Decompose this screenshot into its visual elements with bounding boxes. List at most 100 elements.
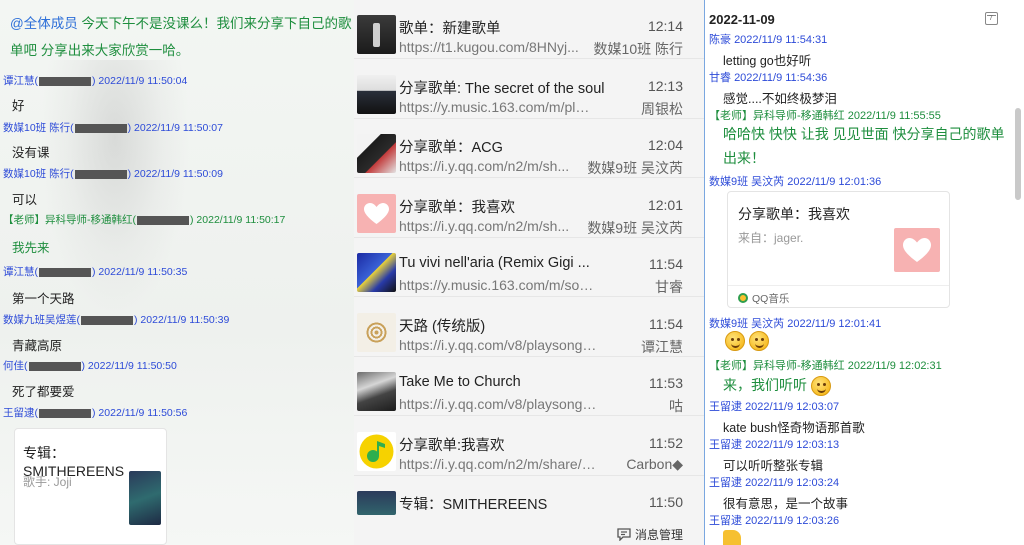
playlist-thumbnail	[357, 134, 396, 173]
smile-emoji-icon	[725, 331, 745, 351]
message-header: 【老师】异科导师-移通韩红 2022/11/9 12:02:31	[709, 357, 942, 373]
sender-name[interactable]: 数媒10班 陈行(	[3, 122, 74, 134]
message-time: 2022/11/9 11:50:07	[134, 122, 223, 134]
redacted-id	[74, 169, 127, 179]
sender-name[interactable]: 数媒九班吴煜莲(	[3, 314, 80, 326]
message-manager-button[interactable]: 消息管理	[617, 526, 683, 543]
message-header: 数媒10班 陈行() 2022/11/9 11:50:07	[3, 122, 223, 134]
list-item[interactable]: 分享歌单：ACG 12:04 https://i.y.qq.com/n2/m/s…	[354, 119, 704, 178]
message-header: 【老师】异科导师-移通韩红 2022/11/9 11:55:55	[709, 107, 941, 123]
chat-history-right-pane[interactable]: 2022-11-09 陈豪 2022/11/9 11:54:31 letting…	[704, 0, 1024, 545]
message-time: 2022/11/9 12:03:26	[745, 515, 840, 527]
item-url[interactable]: https://i.y.qq.com/n2/m/share/d...	[399, 456, 597, 472]
message-header: 陈豪 2022/11/9 11:54:31	[709, 31, 827, 47]
item-url[interactable]: https://y.music.163.com/m/song?id=...	[399, 277, 597, 293]
sender-name[interactable]: 何佳(	[3, 360, 28, 372]
sender-name[interactable]: 王留逮(	[3, 407, 38, 419]
message-header: 何佳() 2022/11/9 11:50:50	[3, 360, 177, 372]
list-item[interactable]: Tu vivi nell'aria (Remix Gigi ... 11:54 …	[354, 238, 704, 297]
message-time: 2022/11/9 11:50:17	[196, 214, 286, 226]
message-body: 我先来	[12, 241, 50, 255]
sender-name[interactable]: 【老师】异科导师-移通韩红	[709, 110, 845, 122]
playlist-thumbnail	[357, 75, 396, 114]
item-url[interactable]: https://i.y.qq.com/v8/playsong.htm...	[399, 337, 597, 353]
message-header: 数媒九班吴煜莲() 2022/11/9 11:50:39	[3, 314, 230, 326]
list-item[interactable]: 歌单：新建歌单 12:14 https://t1.kugou.com/8HNyj…	[354, 0, 704, 59]
item-url[interactable]: https://i.y.qq.com/n2/m/sh...	[399, 218, 597, 234]
sender-name[interactable]: 【老师】异科导师-移通韩红(	[3, 214, 136, 226]
redacted-id	[74, 123, 127, 133]
playlist-share-card[interactable]: 分享歌单：我喜欢 来自：jager. QQ音乐	[727, 191, 950, 308]
chat-history-left-pane[interactable]: @全体成员 今天下午不是没课么！我们来分享下自己的歌单吧 分享出来大家欣赏一哈。…	[0, 0, 354, 545]
message-header: 数媒9班 吴汶芮 2022/11/9 12:01:41	[709, 315, 881, 331]
card-source: 来自：jager.	[738, 231, 804, 245]
message-time: 2022/11/9 11:50:04	[98, 75, 188, 87]
item-title: 分享歌单：ACG	[399, 140, 503, 156]
sender-name[interactable]: 王留逮	[709, 477, 742, 489]
list-item[interactable]: 分享歌单:我喜欢 11:52 https://i.y.qq.com/n2/m/s…	[354, 417, 704, 476]
message-body: 没有课	[12, 146, 50, 160]
song-thumbnail	[357, 313, 396, 352]
message-header: 谭江慧() 2022/11/9 11:50:35	[3, 266, 188, 278]
message-manager-label: 消息管理	[634, 528, 683, 542]
item-url[interactable]: https://y.music.163.com/m/playlist...	[399, 99, 597, 115]
sender-name[interactable]: 王留逮	[709, 439, 742, 451]
item-url[interactable]: https://t1.kugou.com/8HNyj...	[399, 39, 597, 55]
sender-name[interactable]: 王留逮	[709, 401, 742, 413]
card-footer: QQ音乐	[728, 285, 949, 308]
message-header: 王留逮 2022/11/9 12:03:26	[709, 512, 839, 528]
announcement-message: @全体成员 今天下午不是没课么！我们来分享下自己的歌单吧 分享出来大家欣赏一哈。	[10, 10, 354, 64]
message-header: 王留逮() 2022/11/9 11:50:56	[3, 407, 188, 419]
message-header: 【老师】异科导师-移通韩红() 2022/11/9 11:50:17	[3, 214, 286, 226]
redacted-id	[81, 315, 133, 325]
sender-name[interactable]: 数媒9班 吴汶芮	[709, 318, 784, 330]
item-title: 分享歌单：我喜欢	[399, 200, 515, 216]
message-header: 数媒10班 陈行() 2022/11/9 11:50:09	[3, 168, 223, 180]
redacted-id	[39, 267, 91, 277]
list-item[interactable]: 分享歌单：我喜欢 12:01 https://i.y.qq.com/n2/m/s…	[354, 179, 704, 238]
sender-name[interactable]: 王留逮	[709, 515, 742, 527]
sender-name[interactable]: 谭江慧(	[3, 266, 38, 278]
message-time: 2022/11/9 12:02:31	[847, 360, 942, 372]
qq-music-icon	[738, 293, 748, 303]
item-url[interactable]: https://i.y.qq.com/v8/playsong.html?pl..…	[399, 396, 597, 412]
scrollbar-thumb[interactable]	[1015, 108, 1021, 200]
message-time: 2022/11/9 11:50:56	[98, 407, 188, 419]
message-header: 谭江慧() 2022/11/9 11:50:04	[3, 75, 188, 87]
item-sender: 谭江慧	[641, 339, 683, 355]
item-title: 天路 (传统版)	[399, 319, 486, 335]
message-time: 2022/11/9 11:50:35	[98, 266, 188, 278]
sender-name[interactable]: 【老师】异科导师-移通韩红	[709, 360, 845, 372]
sender-name[interactable]: 谭江慧(	[3, 75, 38, 87]
emoji-message	[725, 331, 770, 351]
album-thumbnail	[357, 491, 396, 515]
message-body: kate bush怪奇物语那首歌	[723, 421, 865, 435]
message-header: 王留逮 2022/11/9 12:03:24	[709, 474, 839, 490]
item-time: 12:01	[647, 197, 683, 213]
sender-name[interactable]: 数媒10班 陈行(	[3, 168, 74, 180]
sender-name[interactable]: 陈豪	[709, 34, 731, 46]
item-url[interactable]: https://i.y.qq.com/n2/m/sh...	[399, 158, 597, 174]
item-sender: 咕	[669, 398, 683, 414]
message-body: 来，我们听听	[723, 375, 831, 397]
item-sender: 数媒9班 吴汶芮	[587, 220, 683, 236]
message-body: 感觉....不如终极梦泪	[723, 92, 837, 106]
sender-name[interactable]: 甘睿	[709, 72, 731, 84]
mention-all[interactable]: @全体成员	[10, 16, 78, 31]
list-item[interactable]: Take Me to Church 11:53 https://i.y.qq.c…	[354, 357, 704, 416]
emoji-message	[723, 530, 741, 545]
sender-name[interactable]: 数媒9班 吴汶芮	[709, 176, 784, 188]
item-title: Tu vivi nell'aria (Remix Gigi ...	[399, 255, 590, 271]
message-body: 第一个天路	[12, 292, 75, 306]
list-item[interactable]: 天路 (传统版) 11:54 https://i.y.qq.com/v8/pla…	[354, 298, 704, 357]
thumbs-up-icon	[723, 530, 741, 545]
message-time: 2022/11/9 12:03:24	[745, 477, 840, 489]
item-time: 12:04	[647, 137, 683, 153]
message-header: 数媒9班 吴汶芮 2022/11/9 12:01:36	[709, 173, 881, 189]
playlist-thumbnail	[357, 15, 396, 54]
album-share-card[interactable]: 专辑：SMITHEREENS 歌手: Joji	[14, 428, 167, 545]
album-singer: 歌手: Joji	[23, 475, 72, 489]
calendar-icon[interactable]	[985, 12, 998, 25]
shared-music-list[interactable]: 歌单：新建歌单 12:14 https://t1.kugou.com/8HNyj…	[354, 0, 704, 545]
list-item[interactable]: 分享歌单: The secret of the soul 12:13 https…	[354, 60, 704, 119]
